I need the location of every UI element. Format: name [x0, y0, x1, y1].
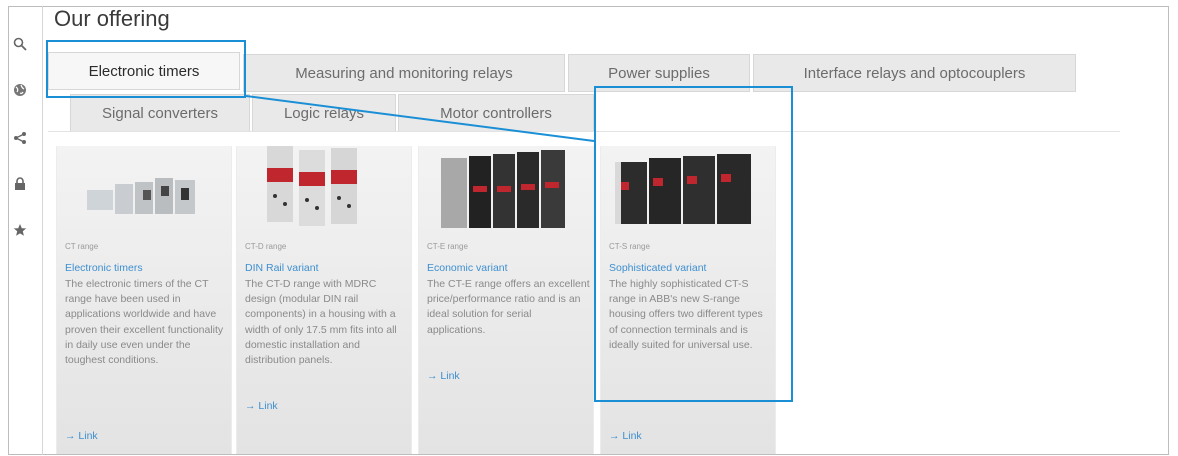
- highlight-connector: [245, 95, 595, 142]
